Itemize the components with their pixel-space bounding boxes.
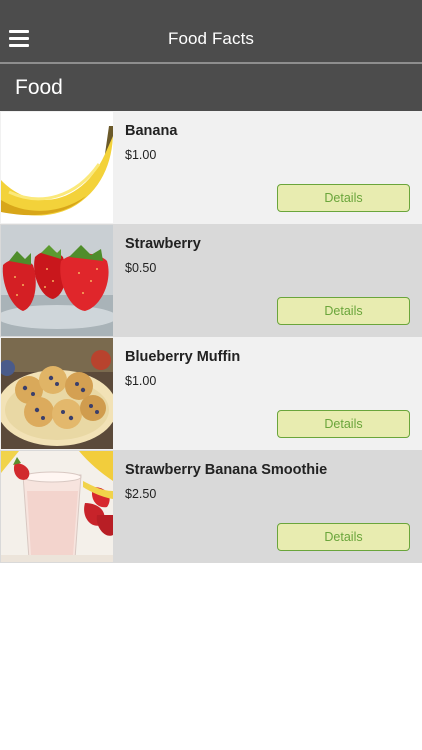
food-list: Banana $1.00 Details Strawberry $0.50 De… xyxy=(0,111,422,563)
item-name: Blueberry Muffin xyxy=(125,349,241,365)
details-button[interactable]: Details xyxy=(277,184,410,212)
app-screen: Food Facts Food Banana $1.00 Details Str… xyxy=(0,0,422,750)
smoothie-photo xyxy=(1,451,113,562)
blueberry-muffin-photo xyxy=(1,338,113,449)
list-item[interactable]: Blueberry Muffin $1.00 Details xyxy=(0,337,422,450)
list-item[interactable]: Strawberry Banana Smoothie $2.50 Details xyxy=(0,450,422,563)
item-price: $2.50 xyxy=(125,487,157,501)
section-title: Food xyxy=(15,76,63,99)
section-header: Food xyxy=(0,64,422,111)
item-price: $1.00 xyxy=(125,148,157,162)
item-price: $1.00 xyxy=(125,374,157,388)
details-button[interactable]: Details xyxy=(277,297,410,325)
item-name: Strawberry xyxy=(125,236,201,252)
app-title: Food Facts xyxy=(167,29,255,48)
nav-bar: Food Facts xyxy=(0,0,422,62)
banana-photo xyxy=(1,112,113,223)
list-item[interactable]: Banana $1.00 Details xyxy=(0,111,422,224)
list-item[interactable]: Strawberry $0.50 Details xyxy=(0,224,422,337)
details-button[interactable]: Details xyxy=(277,410,410,438)
strawberry-photo xyxy=(1,225,113,336)
details-button[interactable]: Details xyxy=(277,523,410,551)
item-name: Strawberry Banana Smoothie xyxy=(125,462,328,478)
item-price: $0.50 xyxy=(125,261,157,275)
item-name: Banana xyxy=(125,123,178,139)
